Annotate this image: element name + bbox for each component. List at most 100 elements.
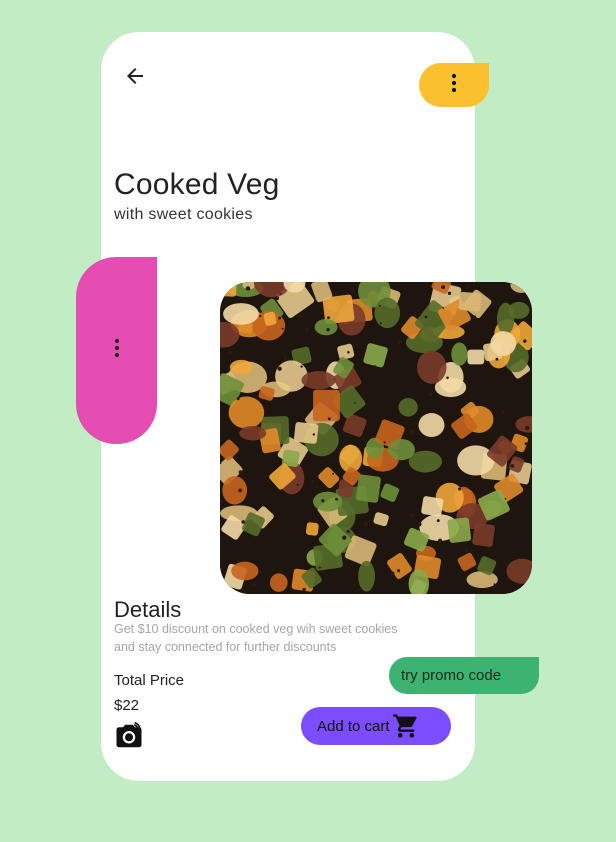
seasoning-speck (458, 487, 462, 491)
vegetable-piece (447, 517, 472, 543)
seasoning-speck (493, 377, 496, 380)
seasoning-speck (495, 357, 499, 361)
seasoning-speck (378, 304, 381, 307)
vegetable-piece (418, 413, 445, 438)
seasoning-speck (236, 397, 240, 401)
vegetable-piece (374, 297, 401, 329)
seasoning-speck (279, 292, 282, 295)
seasoning-speck (238, 470, 243, 475)
seasoning-speck (346, 529, 350, 534)
seasoning-speck (470, 394, 473, 397)
seasoning-speck (354, 402, 356, 404)
seasoning-speck (464, 571, 468, 575)
more-vert-icon (105, 336, 129, 365)
seasoning-speck (245, 286, 251, 291)
seasoning-speck (447, 291, 452, 295)
seasoning-speck (315, 485, 319, 489)
details-description: Get $10 discount on cooked veg wih sweet… (114, 622, 398, 654)
seasoning-speck (428, 391, 433, 397)
seasoning-speck (238, 488, 242, 493)
seasoning-speck (321, 499, 325, 503)
seasoning-speck (295, 532, 298, 535)
seasoning-speck (379, 322, 382, 325)
seasoning-speck (410, 429, 415, 434)
seasoning-speck (244, 531, 248, 534)
seasoning-speck (417, 513, 420, 516)
seasoning-speck (478, 494, 483, 498)
seasoning-speck (507, 432, 510, 435)
seasoning-speck (355, 362, 358, 365)
seasoning-speck (300, 365, 303, 368)
total-price-label: Total Price (114, 672, 185, 689)
seasoning-speck (398, 339, 402, 344)
seasoning-speck (299, 314, 303, 319)
seasoning-speck (241, 520, 245, 524)
seasoning-speck (363, 521, 368, 526)
seasoning-speck (302, 587, 306, 592)
camera-icon (114, 722, 144, 755)
seasoning-speck (504, 497, 507, 500)
vegetable-piece (228, 396, 265, 429)
seasoning-speck (396, 338, 399, 341)
seasoning-speck (473, 315, 476, 318)
vegetable-piece (417, 350, 447, 384)
seasoning-speck (332, 472, 335, 475)
seasoning-speck (425, 437, 429, 441)
seasoning-speck (305, 327, 310, 332)
vegetable-piece (421, 496, 444, 517)
seasoning-speck (274, 296, 280, 301)
vegetable-piece (387, 438, 415, 461)
more-options-button[interactable] (419, 63, 489, 107)
price-value: $22 (114, 697, 140, 714)
seasoning-speck (441, 285, 446, 290)
vegetable-piece (457, 445, 495, 476)
seasoning-speck (493, 583, 496, 586)
seasoning-speck (342, 535, 347, 540)
vegetable-piece (229, 359, 253, 375)
seasoning-speck (390, 571, 395, 576)
vegetable-piece (313, 389, 340, 422)
seasoning-speck (259, 314, 262, 318)
seasoning-speck (311, 479, 315, 483)
vegetable-piece (293, 422, 319, 444)
vegetable-piece (301, 371, 336, 390)
back-button[interactable] (120, 63, 150, 93)
product-title: Cooked Veg (114, 168, 280, 201)
add-to-cart-label: Add to cart (317, 717, 390, 735)
side-menu-button[interactable] (76, 257, 157, 444)
seasoning-speck (424, 315, 428, 319)
seasoning-speck (251, 582, 256, 587)
seasoning-speck (327, 417, 331, 421)
seasoning-speck (260, 361, 264, 365)
vegetable-piece (222, 476, 248, 505)
vegetable-piece (314, 319, 338, 336)
seasoning-speck (516, 588, 521, 592)
seasoning-speck (314, 519, 318, 524)
vegetable-piece (312, 491, 343, 512)
seasoning-speck (350, 287, 355, 292)
vegetable-piece (490, 331, 517, 356)
seasoning-speck (326, 328, 330, 332)
vegetable-piece (451, 342, 468, 366)
seasoning-speck (410, 513, 415, 518)
vegetable-piece (223, 303, 259, 325)
vegetable-piece (398, 398, 418, 417)
seasoning-speck (347, 350, 350, 354)
vegetable-piece (358, 560, 375, 592)
camera-button[interactable] (114, 721, 144, 751)
vegetable-piece (305, 522, 319, 536)
seasoning-speck (312, 433, 316, 436)
promo-code-button[interactable]: try promo code (389, 657, 539, 694)
product-subtitle: with sweet cookies (114, 206, 253, 223)
seasoning-speck (524, 442, 528, 445)
shopping-cart-icon (392, 712, 420, 740)
more-vert-icon (442, 71, 466, 100)
seasoning-speck (327, 316, 330, 320)
seasoning-speck (526, 433, 530, 437)
add-to-cart-button[interactable]: Add to cart (301, 707, 451, 745)
seasoning-speck (322, 570, 326, 574)
vegetable-piece (458, 291, 482, 312)
seasoning-speck (383, 441, 386, 444)
vegetable-piece (467, 349, 485, 365)
seasoning-speck (436, 519, 440, 523)
